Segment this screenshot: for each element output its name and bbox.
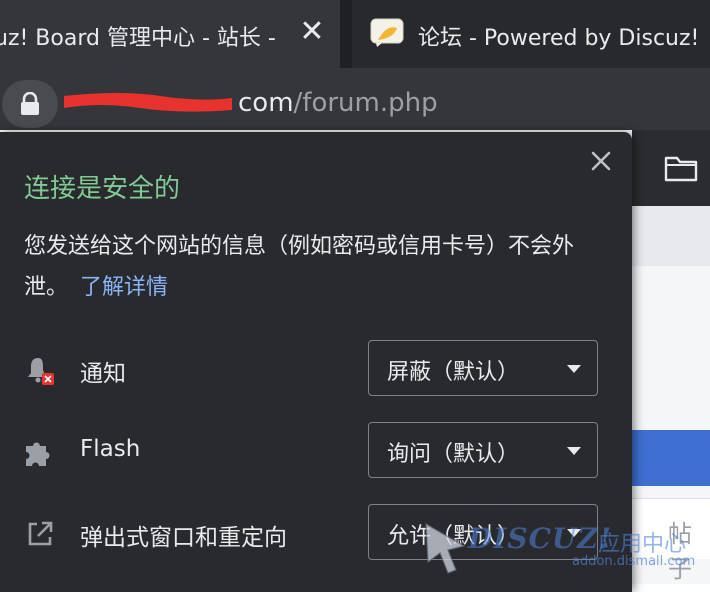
tab-close-icon[interactable]: ✕ bbox=[294, 14, 330, 49]
watermark-url: addon.dismall.com bbox=[572, 554, 696, 569]
notifications-select[interactable]: 屏蔽（默认） bbox=[368, 340, 598, 396]
url-host: com bbox=[238, 88, 294, 118]
notification-bell-blocked-icon bbox=[28, 358, 54, 385]
discuz-watermark: DISCUZ! 应用中心 addon.dismall.com bbox=[420, 516, 700, 582]
permission-label: 通知 bbox=[80, 361, 126, 387]
open-in-new-icon bbox=[28, 521, 53, 546]
flash-select[interactable]: 询问（默认） bbox=[368, 422, 598, 478]
tab-title: 论坛 - Powered by Discuz! bbox=[418, 26, 700, 51]
chevron-down-icon bbox=[567, 447, 581, 455]
tab-admin-center[interactable]: uz! Board 管理中心 - 站长 - ✕ bbox=[0, 0, 340, 68]
permission-label: 弹出式窗口和重定向 bbox=[80, 525, 287, 551]
redaction-scribble bbox=[64, 93, 232, 112]
url-path: /forum.php bbox=[293, 88, 438, 118]
select-value: 询问（默认） bbox=[387, 442, 520, 467]
connection-secure-title: 连接是安全的 bbox=[24, 174, 181, 204]
permission-label: Flash bbox=[80, 436, 141, 462]
lock-icon bbox=[21, 92, 39, 115]
chevron-down-icon bbox=[567, 365, 581, 373]
tab-title: uz! Board 管理中心 - 站长 - bbox=[0, 26, 276, 51]
security-description: 您发送给这个网站的信息（例如密码或信用卡号）不会外泄。 了解详情 bbox=[24, 226, 610, 308]
tab-forum[interactable]: 论坛 - Powered by Discuz! bbox=[352, 0, 710, 68]
select-value: 屏蔽（默认） bbox=[387, 360, 520, 385]
permission-row-flash: Flash 询问（默认） bbox=[0, 422, 632, 480]
page-nav-bar bbox=[632, 430, 710, 486]
puzzle-piece-icon bbox=[26, 442, 50, 466]
close-icon[interactable] bbox=[584, 144, 618, 178]
discuz-favicon-icon bbox=[370, 18, 404, 47]
learn-more-link[interactable]: 了解详情 bbox=[80, 275, 168, 300]
page-header-band bbox=[632, 206, 710, 266]
folder-icon[interactable] bbox=[664, 154, 698, 182]
site-info-button[interactable] bbox=[2, 80, 58, 128]
permission-row-notifications: 通知 屏蔽（默认） bbox=[0, 340, 632, 398]
watermark-brand: DISCUZ! bbox=[468, 522, 613, 555]
